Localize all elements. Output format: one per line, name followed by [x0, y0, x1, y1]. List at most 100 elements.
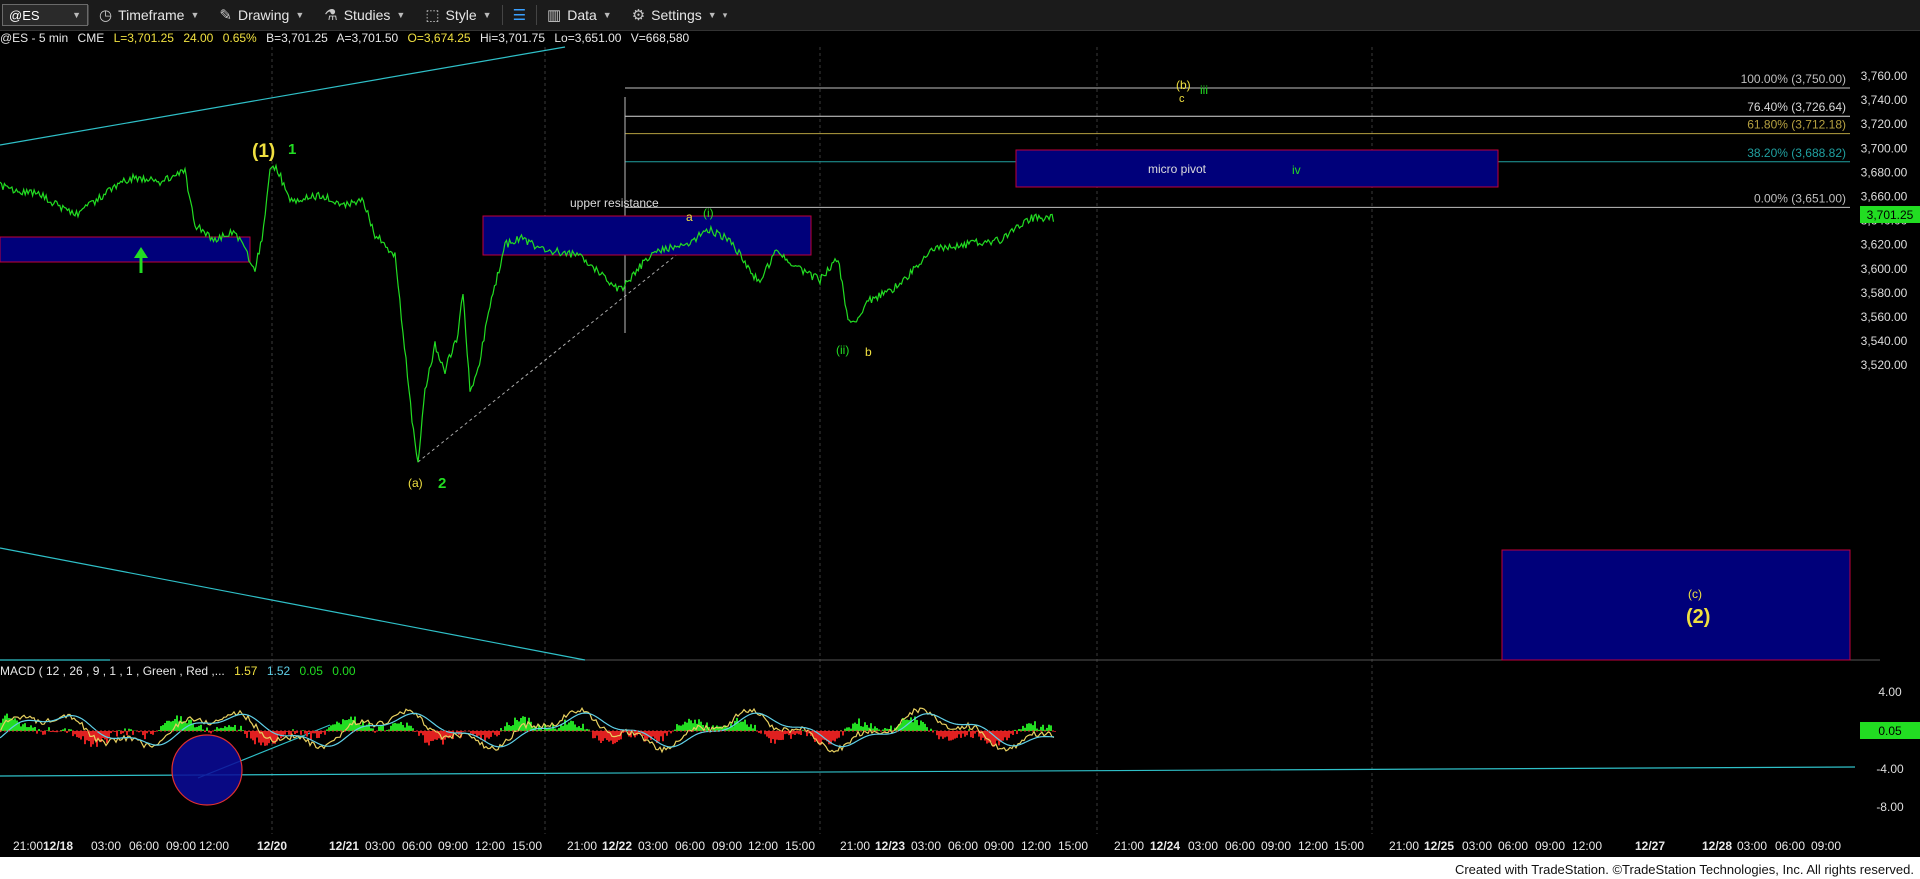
time-axis-tick: 15:00 [785, 839, 815, 853]
macd-histogram-bar [758, 731, 760, 733]
macd-histogram-bar [846, 727, 848, 731]
macd-histogram-bar [514, 717, 516, 731]
macd-histogram-bar [16, 720, 18, 731]
macd-histogram-bar [400, 721, 402, 731]
macd-histogram-bar [152, 731, 154, 735]
macd-histogram-bar [550, 728, 552, 731]
macd-histogram-bar [654, 731, 656, 739]
macd-histogram-bar [232, 727, 234, 731]
time-axis-tick: 12:00 [1298, 839, 1328, 853]
macd-histogram-bar [66, 731, 68, 733]
macd-histogram-bar [86, 731, 88, 741]
macd-histogram-bar [866, 724, 868, 731]
macd-histogram-bar [34, 727, 36, 731]
macd-histogram-bar [842, 731, 844, 736]
macd-histogram-bar [508, 725, 510, 731]
macd-histogram-bar [144, 731, 146, 740]
macd-histogram-bar [306, 731, 308, 737]
time-axis-tick: 12/20 [257, 839, 287, 853]
macd-histogram-bar [506, 722, 508, 731]
macd-value: 1.57 [234, 664, 258, 678]
upper-resistance-box[interactable] [482, 215, 812, 256]
time-axis-tick: 15:00 [512, 839, 542, 853]
macd-histogram-bar [858, 718, 860, 731]
macd-histogram-bar [926, 727, 928, 731]
macd-histogram-bar [578, 726, 580, 731]
time-axis-tick: 03:00 [365, 839, 395, 853]
time-axis-tick: 06:00 [129, 839, 159, 853]
macd-histogram-bar [408, 725, 410, 731]
macd-histogram-bar [802, 730, 804, 731]
current-price-value: 3,701.25 [1867, 208, 1914, 222]
macd-histogram-bar [768, 731, 770, 739]
macd-histogram-bar [770, 731, 772, 743]
micro-pivot-box[interactable] [1015, 149, 1499, 188]
macd-histogram-bar [1022, 725, 1024, 731]
time-axis-tick: 03:00 [1188, 839, 1218, 853]
lower-trendline[interactable] [0, 547, 586, 661]
target-box[interactable] [1501, 549, 1851, 661]
macd-histogram-bar [960, 731, 962, 738]
macd-histogram-bar [398, 723, 400, 731]
macd-histogram-bar [598, 731, 600, 741]
macd-histogram-bar [256, 731, 258, 738]
macd-histogram-bar [786, 731, 788, 734]
macd-histogram-bar [46, 730, 48, 731]
macd-histogram-bar [974, 731, 976, 734]
macd-histogram-bar [850, 728, 852, 731]
time-axis-tick: 09:00 [712, 839, 742, 853]
macd-histogram-bar [418, 731, 420, 736]
macd-histogram-bar [1006, 731, 1008, 741]
macd-axis-tick: -4.00 [1876, 762, 1904, 776]
upper-trendline[interactable] [0, 46, 566, 146]
time-axis-tick: 06:00 [402, 839, 432, 853]
divergence-circle[interactable] [171, 734, 243, 806]
wave-iii-label: iii [1200, 83, 1208, 97]
macd-histogram-bar [878, 729, 880, 731]
macd-histogram-bar [28, 727, 30, 731]
price-axis-tick: 3,720.00 [1861, 117, 1908, 131]
macd-histogram-bar [856, 723, 858, 731]
macd-histogram-bar [198, 725, 200, 731]
macd-histogram-bar [912, 722, 914, 731]
time-axis-tick: 09:00 [1535, 839, 1565, 853]
time-axis-tick: 06:00 [948, 839, 978, 853]
macd-histogram-bar [484, 731, 486, 742]
macd-histogram-bar [314, 731, 316, 734]
macd-histogram-bar [1002, 731, 1004, 741]
support-box[interactable] [0, 236, 251, 263]
macd-histogram-bar [32, 727, 34, 731]
macd-histogram-bar [1034, 721, 1036, 731]
macd-histogram-bar [368, 723, 370, 731]
macd-histogram-bar [776, 731, 778, 740]
price-axis-tick: 3,560.00 [1861, 310, 1908, 324]
time-axis-tick: 09:00 [438, 839, 468, 853]
time-axis-tick: 06:00 [1775, 839, 1805, 853]
macd-histogram-bar [332, 724, 334, 731]
macd-histogram-bar [238, 729, 240, 731]
price-axis-tick: 3,700.00 [1861, 141, 1908, 155]
fib-level-label: 100.00% (3,750.00) [1741, 72, 1846, 86]
macd-histogram-bar [874, 726, 876, 731]
macd-histogram-bar [652, 731, 654, 737]
price-axis-tick: 3,600.00 [1861, 262, 1908, 276]
macd-histogram-bar [576, 727, 578, 731]
macd-histogram-bar [568, 722, 570, 731]
price-axis-tick: 3,680.00 [1861, 165, 1908, 179]
small-b-label: b [865, 345, 872, 359]
macd-trendline[interactable] [0, 766, 1856, 777]
macd-histogram-bar [970, 731, 972, 738]
dotted-wave-line[interactable] [417, 243, 691, 463]
macd-histogram-bar [404, 727, 406, 731]
macd-histogram-bar [370, 728, 372, 731]
wave-a-label: (a) [408, 476, 423, 490]
macd-histogram-bar [170, 721, 172, 731]
macd-histogram-bar [490, 731, 492, 737]
wave-2-green-label: 2 [438, 475, 446, 492]
price-chart[interactable]: 3,760.00 3,740.00 3,720.00 3,700.00 3,680.00… [0, 0, 1920, 834]
macd-histogram-bar [498, 731, 500, 735]
macd-histogram-bar [222, 728, 224, 731]
macd-histogram-bar [916, 719, 918, 731]
macd-histogram-bar [658, 731, 660, 742]
macd-histogram-bar [164, 723, 166, 731]
